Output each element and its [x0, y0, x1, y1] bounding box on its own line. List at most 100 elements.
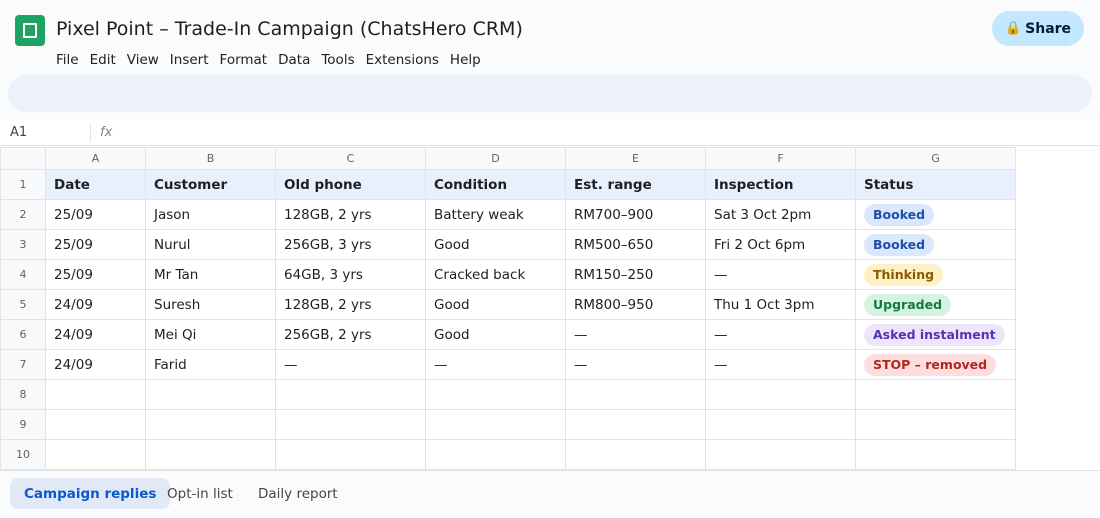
menu-insert[interactable]: Insert [170, 51, 220, 69]
name-box[interactable]: A1 [10, 125, 27, 140]
empty-cell[interactable] [275, 409, 426, 440]
sheet-tab-campaign-replies[interactable]: Campaign replies [10, 478, 171, 509]
cell-customer[interactable]: Jason [145, 199, 276, 230]
empty-cell[interactable] [705, 409, 856, 440]
cell-inspection[interactable]: — [705, 259, 856, 290]
menu-help[interactable]: Help [450, 51, 492, 69]
column-header-e[interactable]: E [565, 147, 706, 170]
cell-old-phone[interactable]: 256GB, 2 yrs [275, 319, 426, 350]
empty-cell[interactable] [565, 409, 706, 440]
empty-cell[interactable] [425, 379, 566, 410]
cell-status[interactable]: Booked [855, 199, 1016, 230]
row-header[interactable]: 3 [0, 229, 46, 260]
cell-customer[interactable]: Mei Qi [145, 319, 276, 350]
empty-cell[interactable] [145, 439, 276, 470]
cell-condition[interactable]: Good [425, 289, 566, 320]
header-cell-inspection[interactable]: Inspection [705, 169, 856, 200]
menu-format[interactable]: Format [220, 51, 279, 69]
header-cell-condition[interactable]: Condition [425, 169, 566, 200]
empty-cell[interactable] [705, 379, 856, 410]
row-header[interactable]: 9 [0, 409, 46, 440]
cell-condition[interactable]: Good [425, 229, 566, 260]
share-button[interactable]: 🔒 Share [992, 11, 1084, 46]
cell-old-phone[interactable]: 128GB, 2 yrs [275, 289, 426, 320]
empty-cell[interactable] [855, 409, 1016, 440]
cell-status[interactable]: Thinking [855, 259, 1016, 290]
cell-est-range[interactable]: — [565, 349, 706, 380]
row-header[interactable]: 7 [0, 349, 46, 380]
menu-file[interactable]: File [56, 51, 90, 69]
row-header[interactable]: 10 [0, 439, 46, 470]
row-header[interactable]: 8 [0, 379, 46, 410]
empty-cell[interactable] [565, 379, 706, 410]
cell-date[interactable]: 25/09 [45, 259, 146, 290]
cell-date[interactable]: 24/09 [45, 289, 146, 320]
cell-status[interactable]: Upgraded [855, 289, 1016, 320]
cell-inspection[interactable]: Thu 1 Oct 3pm [705, 289, 856, 320]
empty-cell[interactable] [425, 439, 566, 470]
column-header-a[interactable]: A [45, 147, 146, 170]
empty-cell[interactable] [855, 439, 1016, 470]
cell-est-range[interactable]: RM500–650 [565, 229, 706, 260]
cell-date[interactable]: 25/09 [45, 199, 146, 230]
cell-customer[interactable]: Farid [145, 349, 276, 380]
empty-cell[interactable] [45, 379, 146, 410]
row-header[interactable]: 1 [0, 169, 46, 200]
cell-old-phone[interactable]: 128GB, 2 yrs [275, 199, 426, 230]
cell-customer[interactable]: Nurul [145, 229, 276, 260]
sheet-tab-opt-in-list[interactable]: Opt-in list [153, 478, 247, 509]
header-cell-customer[interactable]: Customer [145, 169, 276, 200]
cell-est-range[interactable]: RM150–250 [565, 259, 706, 290]
cell-condition[interactable]: — [425, 349, 566, 380]
cell-est-range[interactable]: — [565, 319, 706, 350]
menu-tools[interactable]: Tools [321, 51, 365, 69]
cell-inspection[interactable]: Fri 2 Oct 6pm [705, 229, 856, 260]
empty-cell[interactable] [705, 439, 856, 470]
row-header[interactable]: 6 [0, 319, 46, 350]
column-header-b[interactable]: B [145, 147, 276, 170]
cell-customer[interactable]: Suresh [145, 289, 276, 320]
empty-cell[interactable] [45, 409, 146, 440]
document-title[interactable]: Pixel Point – Trade-In Campaign (ChatsHe… [56, 17, 523, 41]
row-header[interactable]: 4 [0, 259, 46, 290]
cell-status[interactable]: Asked instalment [855, 319, 1016, 350]
formula-input[interactable] [120, 123, 1080, 143]
menu-extensions[interactable]: Extensions [366, 51, 450, 69]
cell-status[interactable]: STOP – removed [855, 349, 1016, 380]
cell-old-phone[interactable]: 64GB, 3 yrs [275, 259, 426, 290]
column-header-c[interactable]: C [275, 147, 426, 170]
empty-cell[interactable] [425, 409, 566, 440]
cell-old-phone[interactable]: — [275, 349, 426, 380]
sheet-tab-daily-report[interactable]: Daily report [244, 478, 352, 509]
cell-customer[interactable]: Mr Tan [145, 259, 276, 290]
cell-condition[interactable]: Battery weak [425, 199, 566, 230]
cell-status[interactable]: Booked [855, 229, 1016, 260]
menu-data[interactable]: Data [278, 51, 321, 69]
row-header[interactable]: 5 [0, 289, 46, 320]
empty-cell[interactable] [565, 439, 706, 470]
cell-inspection[interactable]: — [705, 319, 856, 350]
empty-cell[interactable] [45, 439, 146, 470]
cell-date[interactable]: 25/09 [45, 229, 146, 260]
empty-cell[interactable] [275, 439, 426, 470]
cell-old-phone[interactable]: 256GB, 3 yrs [275, 229, 426, 260]
cell-condition[interactable]: Cracked back [425, 259, 566, 290]
header-cell-old-phone[interactable]: Old phone [275, 169, 426, 200]
header-cell-date[interactable]: Date [45, 169, 146, 200]
empty-cell[interactable] [275, 379, 426, 410]
empty-cell[interactable] [145, 409, 276, 440]
cell-date[interactable]: 24/09 [45, 319, 146, 350]
menu-view[interactable]: View [127, 51, 170, 69]
row-header[interactable]: 2 [0, 199, 46, 230]
cell-est-range[interactable]: RM800–950 [565, 289, 706, 320]
cell-date[interactable]: 24/09 [45, 349, 146, 380]
cell-est-range[interactable]: RM700–900 [565, 199, 706, 230]
empty-cell[interactable] [145, 379, 276, 410]
column-header-g[interactable]: G [855, 147, 1016, 170]
cell-inspection[interactable]: Sat 3 Oct 2pm [705, 199, 856, 230]
sheets-logo-icon[interactable] [15, 15, 45, 46]
empty-cell[interactable] [855, 379, 1016, 410]
menu-edit[interactable]: Edit [90, 51, 127, 69]
select-all-corner[interactable] [0, 147, 46, 170]
header-cell-est-range[interactable]: Est. range [565, 169, 706, 200]
